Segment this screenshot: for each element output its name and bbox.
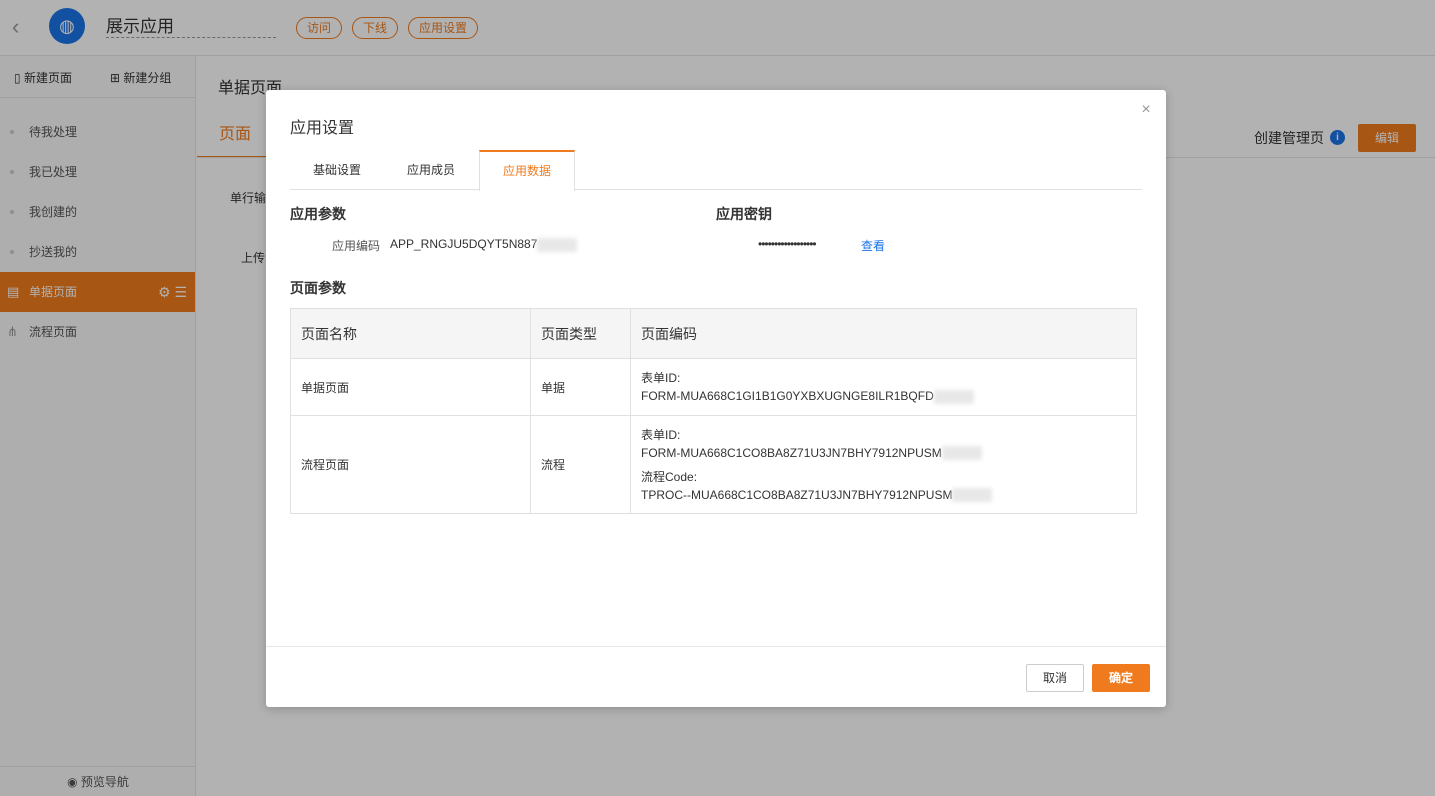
dialog-footer: 取消 确定 [266, 646, 1166, 707]
close-icon[interactable]: × [1138, 102, 1154, 118]
cancel-button[interactable]: 取消 [1026, 664, 1084, 692]
col-page-type: 页面类型 [530, 308, 631, 359]
page-code-cell: 表单ID: FORM-MUA668C1CO8BA8Z71U3JN7BHY7912… [630, 415, 1137, 514]
page-name-cell: 流程页面 [290, 415, 531, 514]
form-id-text: FORM-MUA668C1CO8BA8Z71U3JN7BHY7912NPUSM [641, 445, 942, 460]
table-row: 流程页面 流程 表单ID: FORM-MUA668C1CO8BA8Z71U3JN… [290, 415, 1137, 514]
tab-app-data[interactable]: 应用数据 [479, 150, 575, 191]
form-id-value: FORM-MUA668C1CO8BA8Z71U3JN7BHY7912NPUSM [641, 444, 1136, 462]
dialog-tabs: 基础设置 应用成员 应用数据 [290, 150, 1142, 191]
table-row: 单据页面 单据 表单ID: FORM-MUA668C1GI1B1G0YXBXUG… [290, 358, 1137, 416]
app-code-label: 应用编码 [332, 239, 381, 253]
tab-basic-settings[interactable]: 基础设置 [290, 150, 384, 190]
app-params-title: 应用参数 [290, 206, 346, 222]
view-secret-link[interactable]: 查看 [861, 237, 885, 254]
confirm-button[interactable]: 确定 [1092, 664, 1150, 692]
app-secret-masked: •••••••••••••••••• [758, 237, 817, 251]
app-code-text: APP_RNGJU5DQYT5N887 [390, 237, 538, 251]
process-code-value: TPROC--MUA668C1CO8BA8Z71U3JN7BHY7912NPUS… [641, 486, 1136, 504]
redacted-blur [941, 446, 982, 461]
app-code-value: APP_RNGJU5DQYT5N887 [390, 237, 578, 252]
col-page-name: 页面名称 [290, 308, 531, 359]
redacted-blur [952, 488, 993, 503]
page-params-title: 页面参数 [290, 280, 346, 296]
col-page-code: 页面编码 [630, 308, 1137, 359]
redacted-blur [933, 389, 974, 404]
form-id-label: 表单ID: [641, 427, 681, 442]
tab-app-members[interactable]: 应用成员 [384, 150, 478, 190]
dialog-title: 应用设置 [290, 120, 355, 137]
app-settings-dialog: 应用设置 × 基础设置 应用成员 应用数据 应用参数 应用编码 APP_RNGJ… [266, 90, 1166, 707]
page-type-cell: 单据 [530, 358, 631, 416]
page-params-table: 页面名称 页面类型 页面编码 单据页面 单据 表单ID: FORM-MUA668… [290, 308, 1137, 514]
app-secret-title: 应用密钥 [716, 206, 772, 222]
form-id-label: 表单ID: [641, 371, 681, 385]
table-header-row: 页面名称 页面类型 页面编码 [290, 308, 1137, 359]
form-id-value: FORM-MUA668C1GI1B1G0YXBXUGNGE8ILR1BQFD [641, 387, 1136, 405]
process-code-label: 流程Code: [641, 469, 698, 484]
process-code-text: TPROC--MUA668C1CO8BA8Z71U3JN7BHY7912NPUS… [641, 487, 953, 502]
page-code-cell: 表单ID: FORM-MUA668C1GI1B1G0YXBXUGNGE8ILR1… [630, 358, 1137, 416]
redacted-blur [537, 237, 578, 252]
form-id-text: FORM-MUA668C1GI1B1G0YXBXUGNGE8ILR1BQFD [641, 389, 934, 403]
page-type-cell: 流程 [530, 415, 631, 514]
page-name-cell: 单据页面 [290, 358, 531, 416]
